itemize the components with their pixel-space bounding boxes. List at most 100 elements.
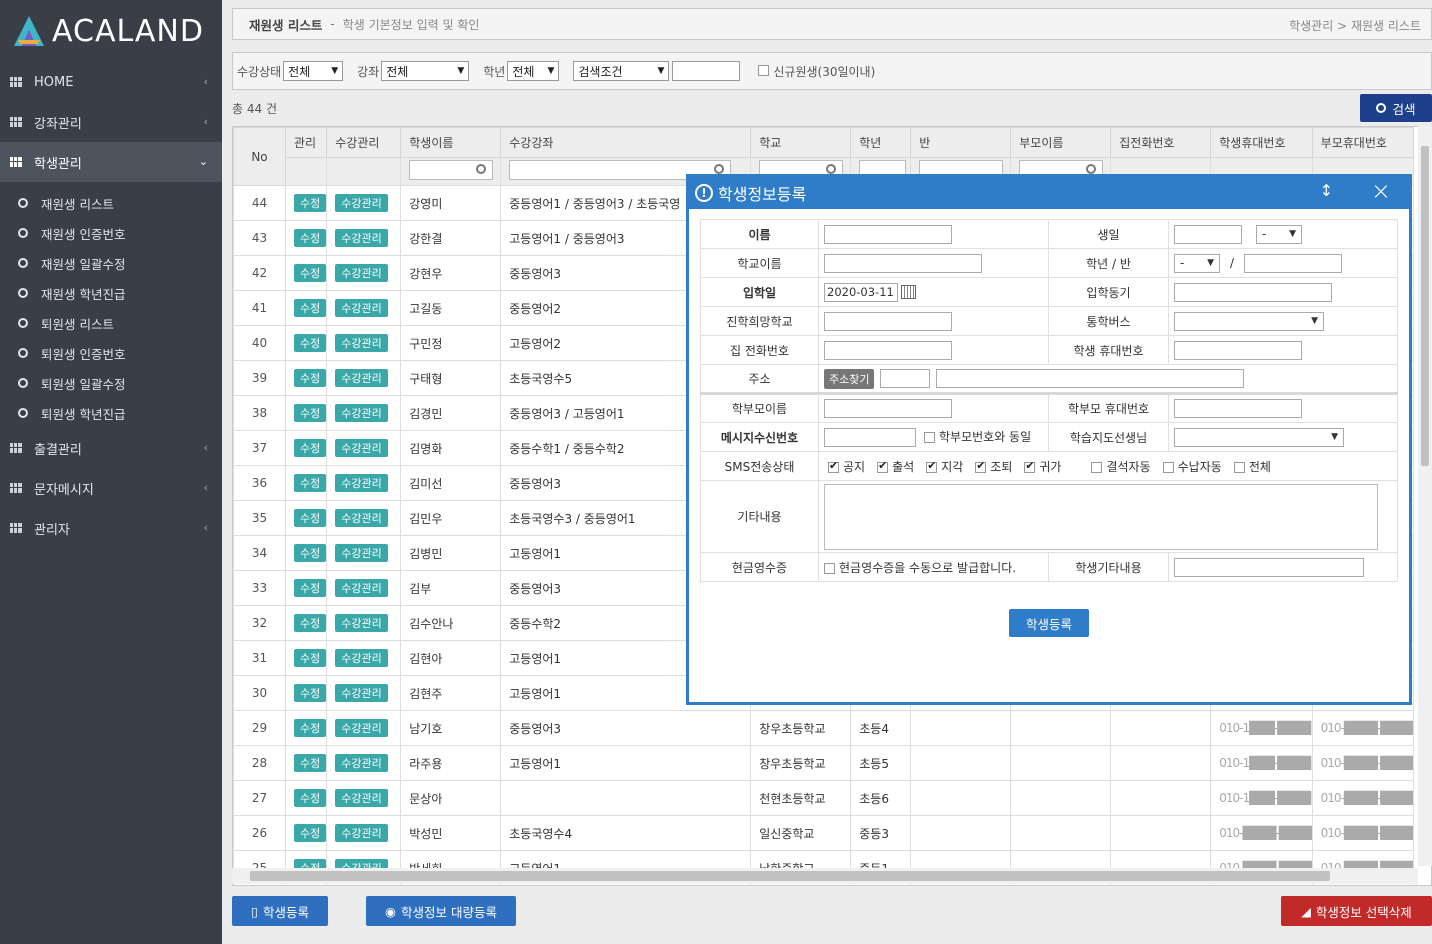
col-header-home-phone[interactable]: 집전화번호 [1110,127,1212,158]
edit-button[interactable]: 수정 [294,229,326,247]
course-manage-button[interactable]: 수강관리 [335,334,388,352]
edit-button[interactable]: 수정 [294,579,326,597]
col-header-school[interactable]: 학교 [750,127,852,158]
col-header-parent-phone[interactable]: 부모휴대번호 [1311,127,1415,158]
delete-selected-button[interactable]: ◢ 학생정보 선택삭제 [1281,896,1432,926]
course-manage-button[interactable]: 수강관리 [335,369,388,387]
course-manage-button[interactable]: 수강관리 [335,194,388,212]
resize-vertical-icon[interactable]: ↕ [1320,181,1333,200]
col-header-manage[interactable]: 관리 [284,127,328,158]
course-manage-button[interactable]: 수강관리 [335,754,388,772]
sms-option-checkbox[interactable] [828,459,839,473]
address-input[interactable] [936,369,1245,388]
motive-input[interactable] [1174,282,1332,302]
course-manage-button[interactable]: 수강관리 [335,264,388,282]
edit-button[interactable]: 수정 [294,684,326,702]
scrollbar-thumb[interactable] [1421,146,1429,466]
edit-button[interactable]: 수정 [294,509,326,527]
sidebar-item-sms[interactable]: 문자메시지 ‹ [0,468,222,508]
edit-button[interactable]: 수정 [294,194,326,212]
edit-button[interactable]: 수정 [294,649,326,667]
sms-option-checkbox[interactable] [1024,459,1036,473]
course-manage-button[interactable]: 수강관리 [335,649,388,667]
cash-receipt-checkbox[interactable] [824,562,835,574]
sms-option[interactable]: 귀가 [1024,459,1061,474]
name-filter-input[interactable] [409,160,493,180]
subitem-enrolled-bulk[interactable]: 재원생 일괄수정 [0,248,222,278]
course-manage-button[interactable]: 수강관리 [335,579,388,597]
edit-button[interactable]: 수정 [294,404,326,422]
register-student-button[interactable]: ▯ 학생등록 [232,896,328,926]
sms-option-checkbox[interactable] [1233,461,1245,473]
zipcode-input[interactable] [880,369,931,388]
sms-option-checkbox[interactable] [877,459,889,473]
sms-option-checkbox[interactable] [926,459,938,473]
class-input[interactable] [1244,253,1343,273]
col-header-name[interactable]: 학생이름 [400,127,502,158]
teacher-select[interactable]: ▼ [1174,427,1344,447]
course-manage-button[interactable]: 수강관리 [335,614,388,632]
course-manage-button[interactable]: 수강관리 [335,509,388,527]
sms-option-checkbox[interactable] [975,459,987,473]
sms-option[interactable]: 지각 [926,459,963,474]
course-manage-button[interactable]: 수강관리 [335,544,388,562]
sms-option[interactable]: 출석 [877,459,914,474]
edit-button[interactable]: 수정 [294,264,326,282]
edit-button[interactable]: 수정 [294,719,326,737]
col-header-student-phone[interactable]: 학생휴대번호 [1210,127,1313,158]
sidebar-item-attendance[interactable]: 출결관리 ‹ [0,428,222,468]
hope-school-input[interactable] [824,311,952,331]
course-manage-button[interactable]: 수강관리 [335,789,388,807]
bus-select[interactable]: ▼ [1174,311,1324,331]
edit-button[interactable]: 수정 [294,824,326,842]
birthday-input[interactable] [1174,224,1242,244]
course-manage-button[interactable]: 수강관리 [335,229,388,247]
modal-submit-button[interactable]: 학생등록 [1009,609,1089,637]
entry-date-input[interactable]: 2020-03-11 [824,282,898,302]
birthday-select[interactable]: - ▼ [1256,224,1302,244]
sms-option-checkbox[interactable] [1162,461,1174,473]
course-manage-button[interactable]: 수강관리 [335,299,388,317]
grade-select[interactable]: - ▼ [1174,253,1220,273]
course-manage-button[interactable]: 수강관리 [335,404,388,422]
status-select[interactable]: 전체 ▼ [283,61,344,81]
school-input[interactable] [824,253,982,273]
col-header-course[interactable]: 수강강좌 [500,127,752,158]
close-icon[interactable]: × [1371,177,1391,205]
table-row[interactable]: 29 수정 수강관리 남기호 중등영어3 창우초등학교 초등4 010-1███-████ 01… [233,710,1415,746]
subitem-enrolled-auth[interactable]: 재원생 인증번호 [0,218,222,248]
table-row[interactable]: 26 수정 수강관리 박성민 초등국영수4 일신중학교 중등3 010-████-████ 01… [233,815,1415,851]
vertical-scrollbar[interactable] [1418,126,1432,866]
subitem-left-promote[interactable]: 퇴원생 학년진급 [0,398,222,428]
sms-option[interactable]: 결석자동 [1091,460,1151,474]
student-etc-input[interactable] [1174,557,1364,577]
subitem-enrolled-list[interactable]: 재원생 리스트 [0,188,222,218]
table-row[interactable]: 28 수정 수강관리 라주용 고등영어1 창우초등학교 초등5 010-1███-████ 01… [233,745,1415,781]
edit-button[interactable]: 수정 [294,299,326,317]
sms-option-checkbox[interactable] [1091,461,1103,473]
edit-button[interactable]: 수정 [294,544,326,562]
subitem-left-auth[interactable]: 퇴원생 인증번호 [0,338,222,368]
logo[interactable]: ACALAND [0,0,222,62]
sms-option[interactable]: 조퇴 [975,459,1012,474]
bulk-register-button[interactable]: ◉ 학생정보 대량등록 [366,896,516,926]
subitem-left-list[interactable]: 퇴원생 리스트 [0,308,222,338]
grade-select[interactable]: 전체 ▼ [507,61,560,81]
col-header-class[interactable]: 반 [910,127,1012,158]
edit-button[interactable]: 수정 [294,614,326,632]
parent-name-input[interactable] [824,399,952,418]
course-manage-button[interactable]: 수강관리 [335,474,388,492]
sidebar-item-course[interactable]: 강좌관리 ‹ [0,102,222,142]
same-as-parent-checkbox[interactable] [924,431,935,443]
search-button[interactable]: 검색 [1360,94,1432,122]
home-phone-input[interactable] [824,340,952,360]
parent-phone-input[interactable] [1174,399,1302,418]
course-manage-button[interactable]: 수강관리 [335,439,388,457]
search-keyword-input[interactable] [672,61,741,81]
scrollbar-thumb[interactable] [250,871,1330,881]
etc-textarea[interactable] [824,483,1378,550]
condition-select[interactable]: 검색조건 ▼ [573,61,670,81]
student-phone-input[interactable] [1174,340,1302,360]
col-header-parent[interactable]: 부모이름 [1010,127,1112,158]
course-manage-button[interactable]: 수강관리 [335,719,388,737]
